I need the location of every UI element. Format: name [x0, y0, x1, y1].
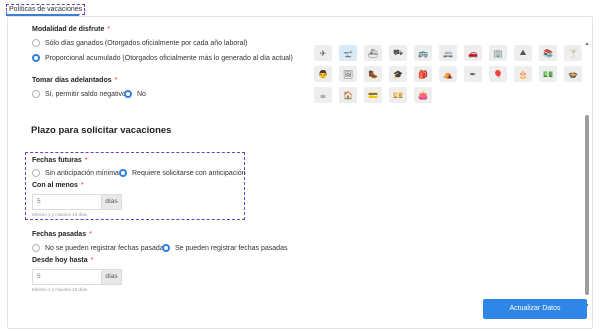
radio-button[interactable]: [32, 39, 40, 47]
money-icon[interactable]: 💵: [539, 66, 557, 82]
radio-label: Se pueden registrar fechas pasadas: [175, 244, 288, 252]
modalidad-label: Modalidad de disfrute *: [32, 26, 110, 33]
required-marker: *: [90, 257, 94, 264]
con-al-menos-label-text: Con al menos: [32, 182, 78, 189]
radio-label: Proporcional acumulado (Otorgados oficia…: [45, 54, 293, 62]
pasadas-days-input[interactable]: 5: [32, 269, 102, 285]
desde-hoy-label-text: Desde hoy hasta: [32, 257, 88, 264]
radio-button[interactable]: [32, 169, 40, 177]
con-al-menos-label: Con al menos *: [32, 182, 84, 189]
pasadas-option-0[interactable]: No se pueden registrar fechas pasadas: [32, 244, 167, 252]
ship-icon[interactable]: ⛴: [364, 45, 382, 61]
pasadas-input-group: 5 días: [32, 269, 122, 285]
pasadas-hint: Mínimo 1 y máximo 15 días: [32, 287, 88, 292]
radio-button[interactable]: [32, 90, 40, 98]
cake-icon[interactable]: 🎂: [514, 66, 532, 82]
bus-icon[interactable]: 🚌: [414, 45, 432, 61]
vertical-scrollbar[interactable]: ▲ ▼: [584, 37, 590, 309]
pasadas-option-1[interactable]: Se pueden registrar fechas pasadas: [162, 244, 287, 252]
truck-icon[interactable]: ⛟: [389, 45, 407, 61]
feather-icon[interactable]: ✒: [464, 66, 482, 82]
car-icon[interactable]: 🚗: [464, 45, 482, 61]
policy-panel: Modalidad de disfrute * Sólo días ganados…: [7, 16, 593, 329]
days-unit-addon: días: [102, 269, 122, 285]
pasadas-label: Fechas pasadas *: [32, 231, 92, 238]
required-marker: *: [84, 157, 88, 164]
futuras-option-1[interactable]: Requiere solicitarse con anticipación: [119, 169, 246, 177]
modalidad-option-1[interactable]: Proporcional acumulado (Otorgados oficia…: [32, 54, 293, 62]
chef-hat-icon[interactable]: 👨: [314, 66, 332, 82]
radio-label: Sólo días ganados (Otorgados oficialment…: [45, 39, 248, 47]
food-bowl-icon[interactable]: 🍲: [564, 66, 582, 82]
radio-label: Sin anticipación mínima: [45, 169, 119, 177]
balloon-icon[interactable]: 🎈: [489, 66, 507, 82]
adelantados-option-0[interactable]: Sí, permitir saldo negativo: [32, 90, 126, 98]
required-marker: *: [80, 182, 84, 189]
card-icon[interactable]: 💳: [364, 87, 382, 103]
required-marker: *: [107, 26, 111, 33]
adelantados-label-text: Tomar días adelantados: [32, 77, 112, 84]
van-icon[interactable]: 🚐: [439, 45, 457, 61]
graduation-cap-icon[interactable]: 🎓: [389, 66, 407, 82]
adelantados-option-1[interactable]: No: [124, 90, 146, 98]
scrollbar-thumb[interactable]: [585, 115, 589, 295]
books-icon[interactable]: 📚: [539, 45, 557, 61]
required-marker: *: [114, 77, 118, 84]
futuras-option-0[interactable]: Sin anticipación mínima: [32, 169, 119, 177]
radio-label: No se pueden registrar fechas pasadas: [45, 244, 168, 252]
easel-icon[interactable]: 🖼: [339, 66, 357, 82]
days-unit-addon: días: [102, 194, 122, 210]
anticipacion-days-input[interactable]: 5: [32, 194, 102, 210]
section-title-plazo: Plazo para solicitar vacaciones: [31, 125, 172, 136]
adelantados-label: Tomar días adelantados *: [32, 77, 117, 84]
radio-label: Sí, permitir saldo negativo: [45, 90, 126, 98]
required-marker: *: [89, 231, 92, 238]
airplane-icon[interactable]: ✈: [314, 45, 332, 61]
radio-button-selected[interactable]: [32, 54, 40, 62]
modalidad-option-0[interactable]: Sólo días ganados (Otorgados oficialment…: [32, 39, 247, 47]
scroll-up-arrow-icon[interactable]: ▲: [584, 41, 590, 47]
wallet-icon[interactable]: 👛: [414, 87, 432, 103]
backpack-icon[interactable]: 🎒: [414, 66, 432, 82]
modalidad-label-text: Modalidad de disfrute: [32, 26, 105, 33]
futuras-label-text: Fechas futuras: [32, 157, 82, 164]
hiking-icon[interactable]: 🥾: [364, 66, 382, 82]
desde-hoy-label: Desde hoy hasta *: [32, 257, 93, 264]
building-icon[interactable]: 🏢: [489, 45, 507, 61]
tent-icon[interactable]: ⛺: [439, 66, 457, 82]
cash-icon[interactable]: 💴: [389, 87, 407, 103]
anticipacion-input-group: 5 días: [32, 194, 122, 210]
radio-label: No: [137, 90, 146, 98]
update-data-button[interactable]: Actualizar Datos: [483, 299, 587, 319]
futuras-label: Fechas futuras *: [32, 157, 88, 164]
plane-takeoff-icon[interactable]: 🛫: [339, 45, 357, 61]
home-icon[interactable]: 🏠: [339, 87, 357, 103]
radio-button[interactable]: [32, 244, 40, 252]
radio-button-selected[interactable]: [162, 244, 170, 252]
coffee-icon[interactable]: ☕: [314, 87, 332, 103]
mountain-icon[interactable]: ⛰: [514, 45, 532, 61]
anticipacion-hint: Mínimo 1 y máximo 15 días: [32, 212, 88, 217]
pasadas-label-text: Fechas pasadas: [32, 231, 87, 238]
radio-button-selected[interactable]: [124, 90, 132, 98]
radio-label: Requiere solicitarse con anticipación: [132, 169, 246, 177]
cocktail-icon[interactable]: 🍸: [564, 45, 582, 61]
radio-button-selected[interactable]: [119, 169, 127, 177]
